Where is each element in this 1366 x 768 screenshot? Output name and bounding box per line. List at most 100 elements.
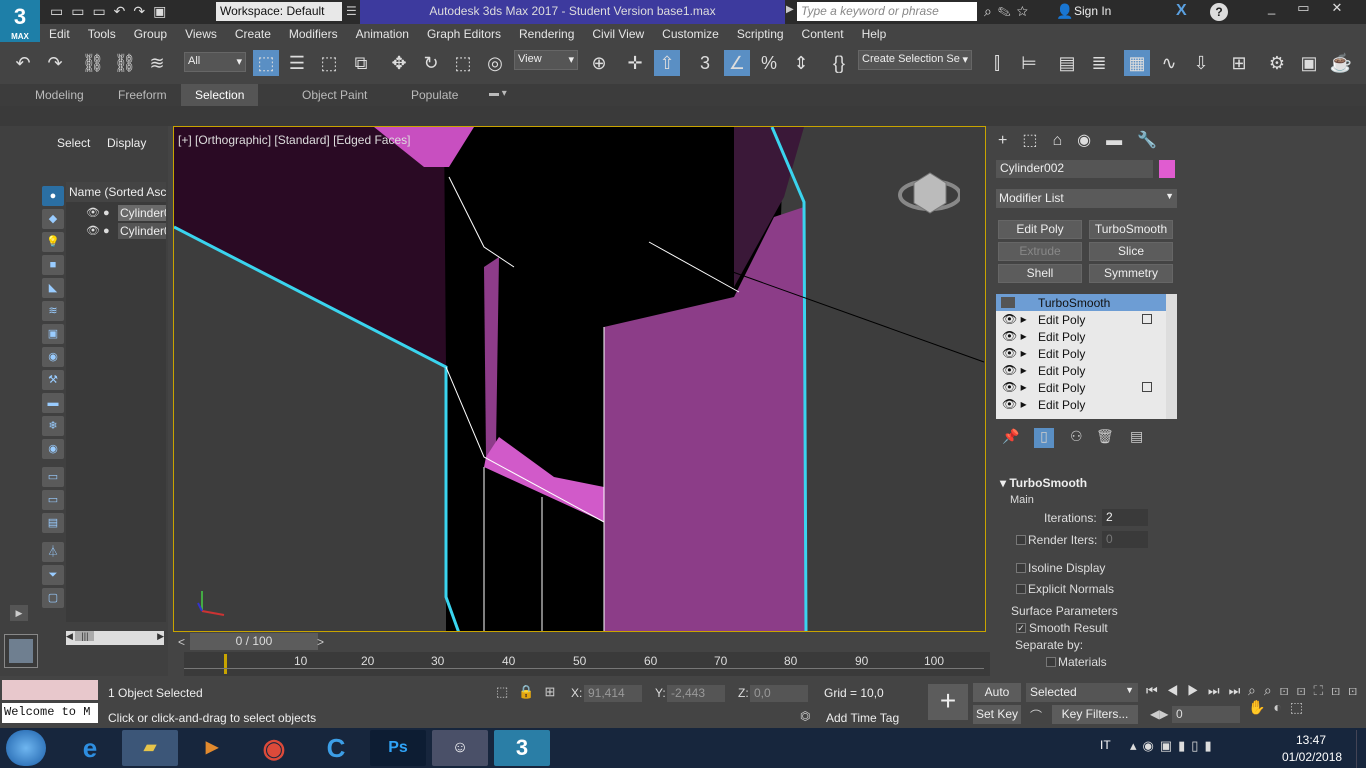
start-button-icon[interactable] bbox=[6, 730, 46, 766]
help-icon[interactable]: ? bbox=[1210, 3, 1228, 21]
render-iters-spinner[interactable]: 0 bbox=[1102, 531, 1148, 548]
slice-button[interactable]: Slice bbox=[1089, 242, 1173, 261]
ccleaner-taskbar-icon[interactable]: C bbox=[308, 730, 364, 766]
search-expand-icon[interactable]: ▶ bbox=[786, 4, 794, 15]
funnel-icon[interactable]: ⏷ bbox=[42, 565, 64, 585]
spinner-snap-icon[interactable]: ⇕ bbox=[788, 50, 814, 76]
redo-icon[interactable]: ↷ bbox=[42, 50, 68, 76]
stack-item-edit-poly[interactable]: 👁 ▸ Edit Poly bbox=[996, 328, 1166, 345]
menu-group[interactable]: Group bbox=[125, 24, 176, 41]
rendered-frame-icon[interactable]: ▣ bbox=[1296, 50, 1322, 76]
filter-xrefs-icon[interactable]: ◉ bbox=[42, 347, 64, 367]
edit-named-sel-icon[interactable]: {} bbox=[826, 50, 852, 76]
explicit-normals-checkbox[interactable] bbox=[1016, 584, 1026, 594]
explorer-taskbar-icon[interactable]: ▰ bbox=[122, 730, 178, 766]
filter-lights-icon[interactable]: 💡 bbox=[42, 232, 64, 252]
ribbon-toggle-icon[interactable]: ▦ bbox=[1124, 50, 1150, 76]
expand-arrow-icon[interactable]: ▶ bbox=[10, 605, 28, 621]
make-unique-icon[interactable]: ⚇ bbox=[1070, 428, 1083, 445]
named-selection-dropdown[interactable]: Create Selection Se ▾ bbox=[858, 50, 972, 70]
filter-containers-icon[interactable]: ▬ bbox=[42, 393, 64, 413]
layers-icon[interactable]: ≣ bbox=[1086, 50, 1112, 76]
ie-taskbar-icon[interactable]: e bbox=[62, 730, 118, 766]
infocenter-icons[interactable]: ⌕✎☆ bbox=[984, 3, 1034, 20]
isoline-checkbox[interactable] bbox=[1016, 563, 1026, 573]
stack-item-edit-poly[interactable]: 👁 ▸ Edit Poly bbox=[996, 379, 1166, 396]
visibility-eye-icon[interactable]: 👁 ● bbox=[86, 206, 110, 219]
menu-modifiers[interactable]: Modifiers bbox=[280, 24, 347, 41]
maxscript-listener-pink[interactable] bbox=[2, 680, 98, 700]
list-item[interactable]: Cylinder0 bbox=[118, 205, 166, 221]
select-manipulate-icon[interactable]: ✛ bbox=[622, 50, 648, 76]
menu-help[interactable]: Help bbox=[853, 24, 896, 41]
configure-sets-icon[interactable]: ▤ bbox=[1130, 428, 1143, 445]
stack-scrollbar[interactable] bbox=[1166, 294, 1177, 419]
object-color-swatch[interactable] bbox=[1159, 160, 1175, 178]
prev-frame-icon[interactable]: < bbox=[178, 635, 185, 649]
time-slider[interactable]: < 0 / 100 > bbox=[170, 632, 990, 652]
align-icon[interactable]: ⊨ bbox=[1016, 50, 1042, 76]
name-column-header[interactable]: Name (Sorted Ascer bbox=[66, 182, 166, 202]
turbosmooth-button[interactable]: TurboSmooth bbox=[1089, 220, 1173, 239]
current-frame-field[interactable]: 0 bbox=[1172, 706, 1240, 723]
viewport-orthographic[interactable]: [+] [Orthographic] [Standard] [Edged Fac… bbox=[173, 126, 986, 632]
z-coordinate[interactable]: 0,0 bbox=[750, 685, 808, 702]
display-dependents-icon[interactable]: ▤ bbox=[42, 513, 64, 533]
visibility-eye-icon[interactable]: 👁 ● bbox=[86, 224, 110, 237]
rollout-title[interactable]: ▾ TurboSmooth bbox=[1000, 476, 1087, 490]
horizontal-scrollbar[interactable]: ◀ ||| ▶ bbox=[66, 631, 164, 645]
dope-sheet-icon[interactable]: ⇩ bbox=[1188, 50, 1214, 76]
rect-selection-icon[interactable]: ⬚ bbox=[316, 50, 342, 76]
filter-bones-icon[interactable]: ⚒ bbox=[42, 370, 64, 390]
scene-tab-select[interactable]: Select bbox=[57, 136, 90, 150]
remove-modifier-icon[interactable]: 🗑 bbox=[1096, 428, 1114, 445]
symmetry-button[interactable]: Symmetry bbox=[1089, 264, 1173, 283]
search-input[interactable]: Type a keyword or phrase bbox=[797, 2, 977, 21]
system-tray-icons[interactable]: ▴◉▣▮▯▮ bbox=[1130, 738, 1218, 754]
3dsmax-taskbar-icon[interactable]: 3 bbox=[494, 730, 550, 766]
key-tangent-icon[interactable]: ⌒ bbox=[1030, 707, 1042, 724]
viewcube-icon[interactable] bbox=[896, 161, 962, 219]
viewport-nav-icons[interactable]: ⌕⌕⊡⊡⛶⊡⊡✋◐⬚ bbox=[1248, 682, 1366, 716]
workspace-dropdown[interactable]: Workspace: Default bbox=[216, 2, 342, 21]
selection-filter-dropdown[interactable]: All ▾ bbox=[184, 52, 246, 72]
ref-coord-dropdown[interactable]: View ▾ bbox=[514, 50, 578, 70]
filter-groups-icon[interactable]: ▣ bbox=[42, 324, 64, 344]
filter-geometry-icon[interactable]: ● bbox=[42, 186, 64, 206]
playback-controls[interactable]: ⏮◀▶⏭⏭ bbox=[1146, 683, 1249, 699]
y-coordinate[interactable]: -2,443 bbox=[667, 685, 725, 702]
shell-button[interactable]: Shell bbox=[998, 264, 1082, 283]
set-key-button[interactable]: Set Key bbox=[973, 705, 1021, 724]
autodesk-x-icon[interactable]: X bbox=[1176, 2, 1187, 20]
filter-cameras-icon[interactable]: ■ bbox=[42, 255, 64, 275]
display-children-icon[interactable]: ▭ bbox=[42, 467, 64, 487]
next-frame-icon[interactable]: > bbox=[317, 635, 324, 649]
scale-icon[interactable]: ⬚ bbox=[450, 50, 476, 76]
menu-content[interactable]: Content bbox=[793, 24, 853, 41]
snaps-toggle-icon[interactable]: 3 bbox=[692, 50, 718, 76]
bind-spacewarp-icon[interactable]: ≋ bbox=[144, 50, 170, 76]
select-by-name-icon[interactable]: ☰ bbox=[284, 50, 310, 76]
quick-access-icons[interactable]: ▭▭▭↶↷▣ bbox=[50, 3, 174, 20]
rotate-icon[interactable]: ↻ bbox=[418, 50, 444, 76]
viewport-label[interactable]: [+] [Orthographic] [Standard] [Edged Fac… bbox=[178, 133, 410, 147]
app-logo[interactable]: 3 MAX bbox=[0, 0, 40, 42]
isolate-lock-icons[interactable]: ⬚🔒⊞ bbox=[496, 684, 565, 700]
layer-folder-icon[interactable]: ▢ bbox=[42, 588, 64, 608]
stack-item-edit-poly[interactable]: 👁 ▸ Edit Poly bbox=[996, 396, 1166, 413]
iterations-spinner[interactable]: 2 bbox=[1102, 509, 1148, 526]
layer-explorer-icon[interactable]: ▤ bbox=[1054, 50, 1080, 76]
pin-stack-icon[interactable]: 📌 bbox=[1002, 428, 1019, 445]
chrome-taskbar-icon[interactable]: ◉ bbox=[246, 730, 302, 766]
move-icon[interactable]: ✥ bbox=[386, 50, 412, 76]
time-tag-icon[interactable]: ⏣ bbox=[800, 709, 810, 723]
stack-item-edit-poly[interactable]: 👁 ▸ Edit Poly bbox=[996, 362, 1166, 379]
tab-modeling[interactable]: Modeling bbox=[35, 88, 84, 102]
schematic-view-icon[interactable]: ⊞ bbox=[1226, 50, 1252, 76]
mirror-icon[interactable]: ⫿ bbox=[984, 50, 1010, 76]
edit-poly-button[interactable]: Edit Poly bbox=[998, 220, 1082, 239]
show-end-result-icon[interactable]: ▯ bbox=[1034, 428, 1054, 448]
maxscript-mini-listener[interactable]: Welcome to M bbox=[2, 703, 98, 723]
materials-checkbox[interactable] bbox=[1046, 657, 1056, 667]
stack-item-turbosmooth[interactable]: TurboSmooth bbox=[996, 294, 1166, 311]
